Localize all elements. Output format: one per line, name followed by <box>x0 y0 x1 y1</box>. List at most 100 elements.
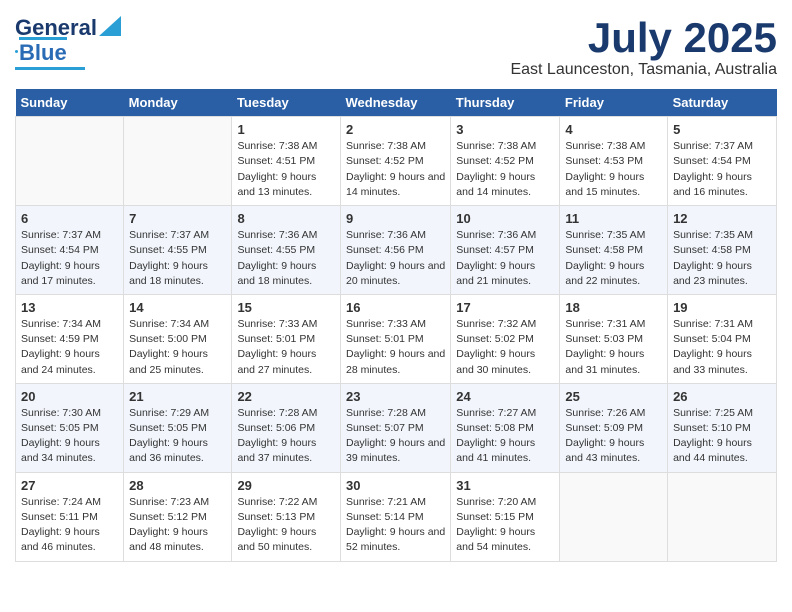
calendar-cell: 2 Sunrise: 7:38 AMSunset: 4:52 PMDaylight… <box>340 117 450 206</box>
day-number: 21 <box>129 389 226 404</box>
calendar-cell: 22 Sunrise: 7:28 AMSunset: 5:06 PMDayligh… <box>232 383 341 472</box>
calendar-table: Sunday Monday Tuesday Wednesday Thursday… <box>15 89 777 561</box>
calendar-week-row: 6Sunrise: 7:37 AMSunset: 4:54 PMDaylight… <box>16 206 777 295</box>
header-monday: Monday <box>124 89 232 117</box>
calendar-title: July 2025 <box>510 15 777 61</box>
header-wednesday: Wednesday <box>340 89 450 117</box>
day-detail: Sunrise: 7:38 AMSunset: 4:53 PMDaylight:… <box>565 139 662 200</box>
calendar-cell: 23Sunrise: 7:28 AMSunset: 5:07 PMDayligh… <box>340 383 450 472</box>
day-detail: Sunrise: 7:35 AMSunset: 4:58 PMDaylight:… <box>565 228 662 289</box>
calendar-week-row: 20 Sunrise: 7:30 AMSunset: 5:05 PMDayligh… <box>16 383 777 472</box>
day-detail: Sunrise: 7:23 AMSunset: 5:12 PMDaylight:… <box>129 495 226 556</box>
calendar-cell: 17 Sunrise: 7:32 AMSunset: 5:02 PMDayligh… <box>451 294 560 383</box>
logo-blue: Blue <box>19 37 67 66</box>
calendar-cell: 26 Sunrise: 7:25 AMSunset: 5:10 PMDayligh… <box>668 383 777 472</box>
calendar-cell: 11 Sunrise: 7:35 AMSunset: 4:58 PMDayligh… <box>560 206 668 295</box>
day-number: 14 <box>129 300 226 315</box>
logo: General Blue <box>15 15 121 70</box>
day-detail: Sunrise: 7:37 AMSunset: 4:54 PMDaylight:… <box>21 228 118 289</box>
logo-arrow-icon <box>99 16 121 36</box>
calendar-cell <box>124 117 232 206</box>
calendar-cell: 25Sunrise: 7:26 AMSunset: 5:09 PMDayligh… <box>560 383 668 472</box>
day-detail: Sunrise: 7:31 AMSunset: 5:03 PMDaylight:… <box>565 317 662 378</box>
day-detail: Sunrise: 7:34 AMSunset: 5:00 PMDaylight:… <box>129 317 226 378</box>
calendar-cell: 3Sunrise: 7:38 AMSunset: 4:52 PMDaylight… <box>451 117 560 206</box>
day-detail: Sunrise: 7:31 AMSunset: 5:04 PMDaylight:… <box>673 317 771 378</box>
day-number: 13 <box>21 300 118 315</box>
day-number: 18 <box>565 300 662 315</box>
day-number: 15 <box>237 300 335 315</box>
calendar-cell: 29Sunrise: 7:22 AMSunset: 5:13 PMDayligh… <box>232 472 341 561</box>
day-number: 10 <box>456 211 554 226</box>
header: General Blue July 2025 East Launceston, … <box>15 15 777 79</box>
calendar-subtitle: East Launceston, Tasmania, Australia <box>510 61 777 79</box>
header-thursday: Thursday <box>451 89 560 117</box>
day-number: 27 <box>21 478 118 493</box>
calendar-cell <box>16 117 124 206</box>
calendar-cell: 12 Sunrise: 7:35 AMSunset: 4:58 PMDayligh… <box>668 206 777 295</box>
day-detail: Sunrise: 7:38 AMSunset: 4:52 PMDaylight:… <box>346 139 445 200</box>
day-number: 20 <box>21 389 118 404</box>
day-number: 17 <box>456 300 554 315</box>
calendar-cell: 24 Sunrise: 7:27 AMSunset: 5:08 PMDayligh… <box>451 383 560 472</box>
calendar-cell: 9 Sunrise: 7:36 AMSunset: 4:56 PMDaylight… <box>340 206 450 295</box>
calendar-cell: 28Sunrise: 7:23 AMSunset: 5:12 PMDayligh… <box>124 472 232 561</box>
day-detail: Sunrise: 7:20 AMSunset: 5:15 PMDaylight:… <box>456 495 554 556</box>
day-detail: Sunrise: 7:36 AMSunset: 4:55 PMDaylight:… <box>237 228 335 289</box>
header-sunday: Sunday <box>16 89 124 117</box>
calendar-cell: 21 Sunrise: 7:29 AMSunset: 5:05 PMDayligh… <box>124 383 232 472</box>
day-detail: Sunrise: 7:29 AMSunset: 5:05 PMDaylight:… <box>129 406 226 467</box>
day-number: 5 <box>673 122 771 137</box>
calendar-header-row: Sunday Monday Tuesday Wednesday Thursday… <box>16 89 777 117</box>
day-detail: Sunrise: 7:36 AMSunset: 4:57 PMDaylight:… <box>456 228 554 289</box>
day-number: 2 <box>346 122 445 137</box>
day-detail: Sunrise: 7:28 AMSunset: 5:07 PMDaylight:… <box>346 406 445 467</box>
calendar-cell: 31 Sunrise: 7:20 AMSunset: 5:15 PMDayligh… <box>451 472 560 561</box>
day-detail: Sunrise: 7:26 AMSunset: 5:09 PMDaylight:… <box>565 406 662 467</box>
calendar-cell: 7Sunrise: 7:37 AMSunset: 4:55 PMDaylight… <box>124 206 232 295</box>
day-detail: Sunrise: 7:38 AMSunset: 4:52 PMDaylight:… <box>456 139 554 200</box>
day-number: 30 <box>346 478 445 493</box>
day-detail: Sunrise: 7:38 AMSunset: 4:51 PMDaylight:… <box>237 139 335 200</box>
day-detail: Sunrise: 7:30 AMSunset: 5:05 PMDaylight:… <box>21 406 118 467</box>
calendar-week-row: 1 Sunrise: 7:38 AMSunset: 4:51 PMDaylight… <box>16 117 777 206</box>
calendar-cell: 19 Sunrise: 7:31 AMSunset: 5:04 PMDayligh… <box>668 294 777 383</box>
day-number: 22 <box>237 389 335 404</box>
calendar-cell <box>668 472 777 561</box>
day-detail: Sunrise: 7:25 AMSunset: 5:10 PMDaylight:… <box>673 406 771 467</box>
day-number: 1 <box>237 122 335 137</box>
calendar-cell: 1 Sunrise: 7:38 AMSunset: 4:51 PMDaylight… <box>232 117 341 206</box>
day-detail: Sunrise: 7:28 AMSunset: 5:06 PMDaylight:… <box>237 406 335 467</box>
day-detail: Sunrise: 7:33 AMSunset: 5:01 PMDaylight:… <box>237 317 335 378</box>
day-number: 31 <box>456 478 554 493</box>
calendar-body: 1 Sunrise: 7:38 AMSunset: 4:51 PMDaylight… <box>16 117 777 561</box>
day-detail: Sunrise: 7:37 AMSunset: 4:54 PMDaylight:… <box>673 139 771 200</box>
day-number: 24 <box>456 389 554 404</box>
day-detail: Sunrise: 7:24 AMSunset: 5:11 PMDaylight:… <box>21 495 118 556</box>
calendar-cell <box>560 472 668 561</box>
header-tuesday: Tuesday <box>232 89 341 117</box>
day-detail: Sunrise: 7:37 AMSunset: 4:55 PMDaylight:… <box>129 228 226 289</box>
calendar-cell: 30Sunrise: 7:21 AMSunset: 5:14 PMDayligh… <box>340 472 450 561</box>
calendar-cell: 6Sunrise: 7:37 AMSunset: 4:54 PMDaylight… <box>16 206 124 295</box>
day-number: 16 <box>346 300 445 315</box>
calendar-cell: 14 Sunrise: 7:34 AMSunset: 5:00 PMDayligh… <box>124 294 232 383</box>
calendar-cell: 15 Sunrise: 7:33 AMSunset: 5:01 PMDayligh… <box>232 294 341 383</box>
day-detail: Sunrise: 7:33 AMSunset: 5:01 PMDaylight:… <box>346 317 445 378</box>
day-number: 19 <box>673 300 771 315</box>
header-friday: Friday <box>560 89 668 117</box>
day-number: 26 <box>673 389 771 404</box>
calendar-cell: 18 Sunrise: 7:31 AMSunset: 5:03 PMDayligh… <box>560 294 668 383</box>
day-number: 12 <box>673 211 771 226</box>
day-number: 11 <box>565 211 662 226</box>
day-detail: Sunrise: 7:36 AMSunset: 4:56 PMDaylight:… <box>346 228 445 289</box>
calendar-cell: 16 Sunrise: 7:33 AMSunset: 5:01 PMDayligh… <box>340 294 450 383</box>
day-number: 9 <box>346 211 445 226</box>
calendar-week-row: 13 Sunrise: 7:34 AMSunset: 4:59 PMDayligh… <box>16 294 777 383</box>
calendar-week-row: 27 Sunrise: 7:24 AMSunset: 5:11 PMDayligh… <box>16 472 777 561</box>
day-detail: Sunrise: 7:32 AMSunset: 5:02 PMDaylight:… <box>456 317 554 378</box>
day-detail: Sunrise: 7:35 AMSunset: 4:58 PMDaylight:… <box>673 228 771 289</box>
day-detail: Sunrise: 7:27 AMSunset: 5:08 PMDaylight:… <box>456 406 554 467</box>
day-detail: Sunrise: 7:34 AMSunset: 4:59 PMDaylight:… <box>21 317 118 378</box>
calendar-cell: 27 Sunrise: 7:24 AMSunset: 5:11 PMDayligh… <box>16 472 124 561</box>
